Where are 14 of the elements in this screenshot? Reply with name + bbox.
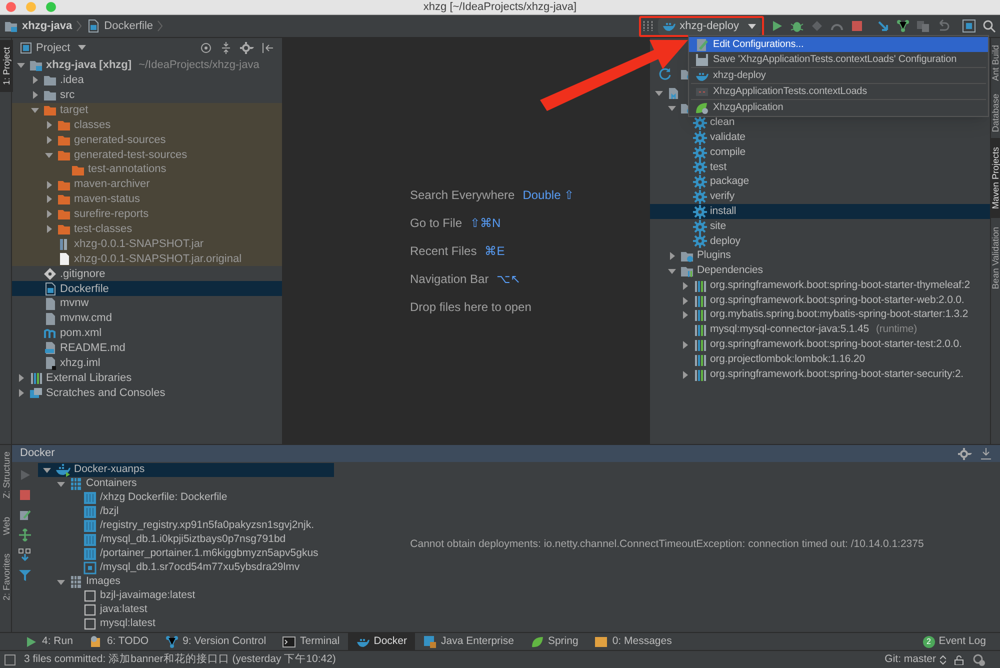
- shortcut-text: ⌥↖: [496, 271, 521, 288]
- hint-text: Search Everywhere: [410, 187, 515, 204]
- shortcut-text: ⇧⌘N: [470, 215, 501, 232]
- hint-text: Recent Files: [410, 243, 477, 260]
- panel-title: Docker: [20, 446, 55, 462]
- hint-text: Navigation Bar: [410, 271, 489, 288]
- hint-text: Drop files here to open: [410, 299, 532, 316]
- window-title: xhzg [~/IdeaProjects/xhzg-java]: [422, 0, 578, 14]
- count-badge: 2: [922, 636, 935, 648]
- hint-text: Go to File: [410, 215, 462, 232]
- status-message: 3 files committed: 添加banner和花的接口口 (yesterday 下午10:42): [24, 652, 336, 667]
- error-message: Cannot obtain deployments: io.netty.channel.ConnectTimeoutException: connection timed out: /10.14.0.1:2375: [410, 537, 924, 552]
- shortcut-text: ⌘E: [484, 243, 505, 260]
- shortcut-text: Double ⇧: [522, 187, 574, 204]
